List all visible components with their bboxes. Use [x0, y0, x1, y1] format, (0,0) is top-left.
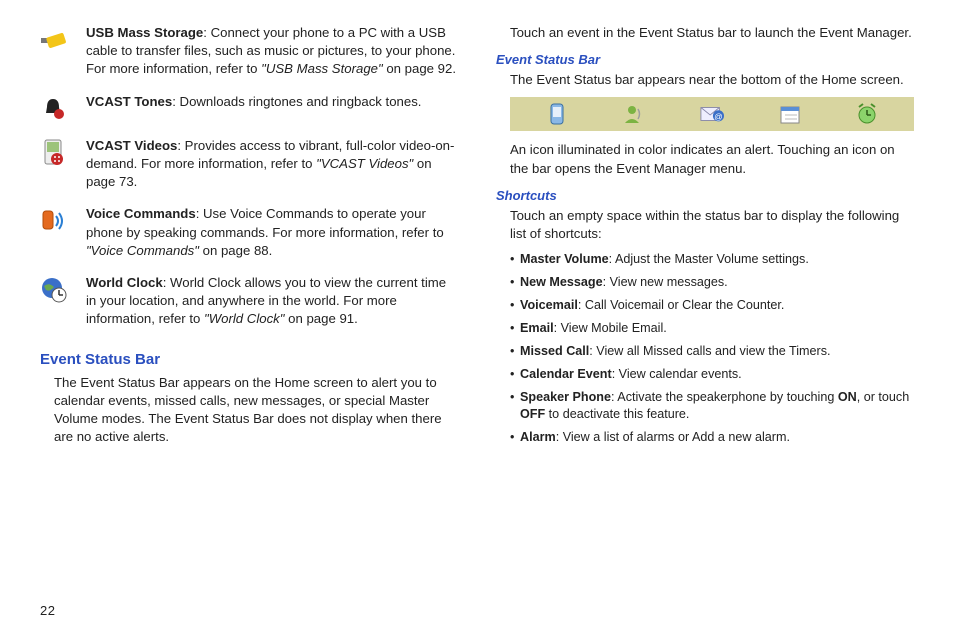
phone-icon	[545, 102, 569, 126]
event-status-bar-illustration: @	[510, 97, 914, 131]
subheading-shortcuts: Shortcuts	[496, 188, 914, 203]
list-item: Speaker Phone: Activate the speakerphone…	[510, 389, 914, 423]
feature-text: Voice Commands: Use Voice Commands to op…	[86, 205, 458, 260]
alarm-clock-icon	[855, 102, 879, 126]
list-item: Master Volume: Adjust the Master Volume …	[510, 251, 914, 268]
feature-text: USB Mass Storage: Connect your phone to …	[86, 24, 458, 79]
svg-text:@: @	[714, 112, 722, 122]
voice-icon	[40, 207, 68, 235]
feature-row: VCAST Tones: Downloads ringtones and rin…	[40, 93, 458, 123]
list-item: New Message: View new messages.	[510, 274, 914, 291]
list-item: Missed Call: View all Missed calls and v…	[510, 343, 914, 360]
feature-text: VCAST Videos: Provides access to vibrant…	[86, 137, 458, 192]
body-text: The Event Status Bar appears on the Home…	[54, 374, 458, 447]
email-at-icon: @	[700, 102, 724, 126]
feature-row: VCAST Videos: Provides access to vibrant…	[40, 137, 458, 192]
feature-text: VCAST Tones: Downloads ringtones and rin…	[86, 93, 458, 111]
section-heading-event-status-bar: Event Status Bar	[40, 351, 458, 368]
list-item: Voicemail: Call Voicemail or Clear the C…	[510, 297, 914, 314]
world-clock-icon	[40, 276, 68, 304]
subheading-event-status-bar: Event Status Bar	[496, 52, 914, 67]
body-text: The Event Status bar appears near the bo…	[510, 71, 914, 89]
feature-row: World Clock: World Clock allows you to v…	[40, 274, 458, 329]
usb-stick-icon	[40, 26, 68, 54]
list-item: Alarm: View a list of alarms or Add a ne…	[510, 429, 914, 446]
person-icon	[622, 102, 646, 126]
shortcut-list: Master Volume: Adjust the Master Volume …	[510, 251, 914, 446]
list-item: Calendar Event: View calendar events.	[510, 366, 914, 383]
body-text: An icon illuminated in color indicates a…	[510, 141, 914, 177]
feature-row: Voice Commands: Use Voice Commands to op…	[40, 205, 458, 260]
calendar-icon	[778, 102, 802, 126]
list-item: Email: View Mobile Email.	[510, 320, 914, 337]
feature-row: USB Mass Storage: Connect your phone to …	[40, 24, 458, 79]
body-text: Touch an empty space within the status b…	[510, 207, 914, 243]
bell-icon	[40, 95, 68, 123]
feature-text: World Clock: World Clock allows you to v…	[86, 274, 458, 329]
page-number: 22	[40, 603, 55, 618]
video-player-icon	[40, 139, 68, 167]
body-text: Touch an event in the Event Status bar t…	[510, 24, 914, 42]
